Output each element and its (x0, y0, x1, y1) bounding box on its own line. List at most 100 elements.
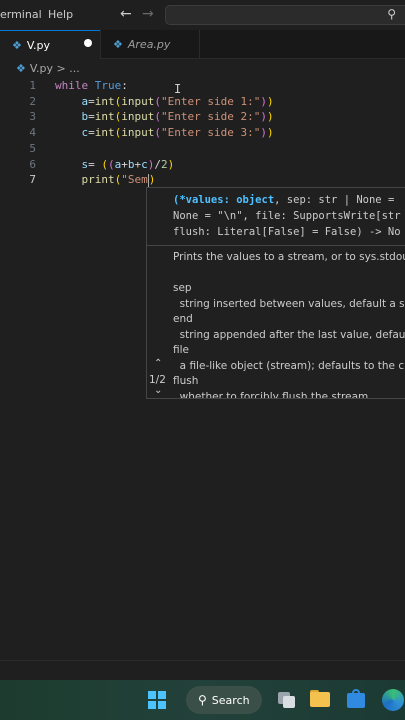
taskbar-search-label: Search (211, 693, 250, 707)
line-number: 2 (29, 94, 36, 108)
doc-line: end (173, 313, 193, 325)
code-token: "Sem (121, 173, 148, 187)
python-file-icon: ❖ (16, 62, 26, 75)
code-token: ) (167, 157, 175, 171)
code-token: = (88, 157, 102, 171)
signature-token: flush: Literal[False] = False) -> No (173, 226, 401, 238)
code-line[interactable]: 2 a=int(input("Enter side 1:")) (0, 94, 405, 110)
code-token: int (94, 110, 115, 124)
doc-line: flush (173, 375, 199, 387)
command-center-search[interactable]: ⚲ Ir (165, 5, 405, 25)
line-number: 1 (29, 79, 36, 92)
edge-browser-icon[interactable] (382, 689, 404, 711)
code-text: s= ((a+b+c)/2) (55, 157, 175, 173)
doc-line: string inserted between values, default … (173, 297, 405, 310)
tab-area-py[interactable]: ❖ Area.py (100, 30, 200, 58)
line-number: 3 (29, 110, 36, 124)
signature-token: , sep: str | None = (274, 194, 395, 206)
code-text: c=int(input("Enter side 3:")) (55, 125, 274, 141)
code-token: print (81, 173, 115, 187)
code-text: while True: (55, 78, 128, 94)
arrow-right-icon[interactable]: → (142, 6, 154, 22)
code-token: ( (154, 110, 161, 124)
arrow-left-icon[interactable]: ← (120, 6, 132, 22)
unsaved-dot-icon[interactable] (84, 39, 92, 47)
code-line[interactable]: 5 (0, 141, 405, 157)
menu-terminal[interactable]: erminal (0, 8, 42, 21)
code-token: b (127, 157, 135, 171)
line-number: 5 (29, 141, 36, 155)
documentation-text: Prints the values to a stream, or to sys… (173, 250, 405, 399)
code-token: = (88, 126, 95, 140)
signature-text: (*values: object, sep: str | None = None … (173, 192, 405, 240)
signature-line: None = "\n", file: SupportsWrite[str (173, 208, 405, 224)
text-cursor-icon: I (174, 82, 182, 96)
doc-line: Prints the values to a stream, or to sys… (173, 251, 405, 263)
code-token: input (121, 94, 155, 108)
menu-help[interactable]: Help (48, 8, 73, 21)
code-token: "Enter side 3:" (161, 126, 261, 140)
python-file-icon: ❖ (113, 37, 123, 51)
code-token: ) (260, 94, 267, 108)
code-line[interactable]: 3 b=int(input("Enter side 2:")) (0, 109, 405, 125)
breadcrumb-rest[interactable]: ... (69, 62, 80, 75)
code-token: ) (148, 173, 156, 187)
code-line[interactable]: 6 s= ((a+b+c)/2) (0, 157, 405, 173)
code-line[interactable]: 7 print("Sem) (0, 172, 405, 188)
breadcrumb-file[interactable]: V.py (30, 62, 53, 75)
menu-bar: erminal Help ← → ⚲ Ir (0, 0, 405, 30)
signature-line: (*values: object, sep: str | None = (173, 192, 405, 208)
chevron-up-icon[interactable]: ⌃ (154, 358, 162, 369)
code-token: int (94, 126, 115, 140)
code-token: = (88, 94, 95, 108)
editor-tab-bar: ❖ V.py ❖ Area.py (0, 30, 405, 59)
signature-help-popup: (*values: object, sep: str | None = None … (146, 187, 405, 399)
code-token: + (121, 157, 128, 171)
microsoft-store-icon[interactable] (346, 689, 366, 709)
code-token: / (154, 157, 161, 171)
code-token: ) (260, 110, 267, 124)
doc-line (173, 266, 405, 282)
windows-start-icon[interactable] (148, 691, 166, 709)
search-icon: ⚲ (387, 7, 396, 21)
code-token: ) (266, 110, 274, 124)
signature-token: (*values: object (173, 194, 275, 206)
code-text: b=int(input("Enter side 2:")) (55, 109, 274, 125)
code-token: int (94, 94, 115, 108)
code-token: "Enter side 2:" (161, 110, 261, 124)
doc-line: whether to forcibly flush the stream. (173, 390, 372, 399)
code-line[interactable]: 1 while True: (0, 78, 405, 94)
signature-line: flush: Literal[False] = False) -> No (173, 224, 405, 240)
code-token: ( (101, 157, 108, 171)
code-line[interactable]: 4 c=int(input("Enter side 3:")) (0, 125, 405, 141)
code-token: ( (154, 94, 161, 108)
code-token: input (121, 126, 155, 140)
chevron-down-icon[interactable]: ⌄ (154, 385, 162, 396)
doc-line: string appended after the last value, de… (173, 328, 405, 341)
line-number: 6 (29, 157, 36, 171)
code-token: ( (108, 157, 115, 171)
taskbar-search-button[interactable]: ⚲ Search (186, 686, 262, 714)
code-token: ) (266, 94, 274, 108)
tab-v-py[interactable]: ❖ V.py (0, 30, 100, 59)
breadcrumb-separator: > (56, 62, 66, 75)
divider (0, 660, 405, 661)
task-view-icon[interactable] (276, 689, 296, 709)
line-number: 7 (29, 173, 36, 187)
code-token: "Enter side 1:" (161, 94, 261, 108)
tab-label: V.py (26, 38, 50, 52)
code-token: ( (154, 126, 161, 140)
code-text: a=int(input("Enter side 1:")) (55, 94, 274, 110)
line-number: 4 (29, 126, 36, 140)
doc-line: a file-like object (stream); defaults to… (173, 359, 405, 372)
file-explorer-icon[interactable] (310, 689, 330, 709)
signature-token: None = "\n", file: SupportsWrite[str (173, 210, 401, 222)
doc-line: sep (173, 282, 192, 294)
code-token: : (121, 79, 128, 92)
